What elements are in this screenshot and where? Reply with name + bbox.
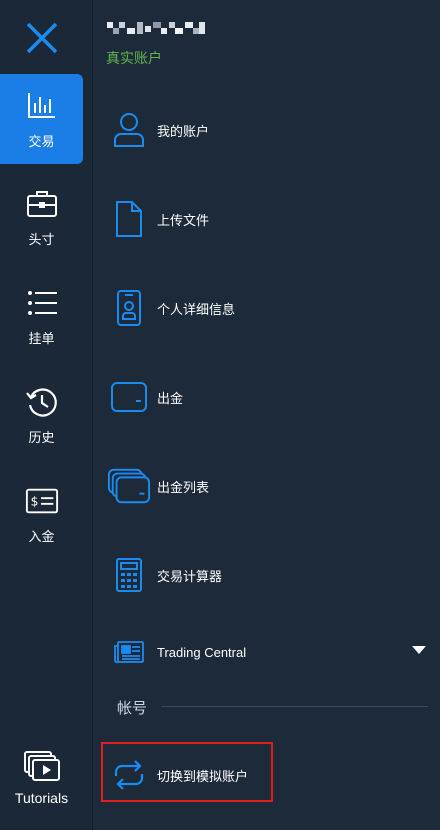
chevron-down-icon[interactable] xyxy=(412,646,426,654)
file-icon xyxy=(116,201,142,237)
briefcase-icon xyxy=(26,190,57,217)
nav-deposit[interactable]: $ 入金 xyxy=(0,469,83,559)
menu-label: 出金列表 xyxy=(157,480,210,496)
menu-withdrawal-list[interactable]: 出金列表 xyxy=(107,456,427,516)
close-icon[interactable] xyxy=(22,18,62,58)
nav-label: 入金 xyxy=(28,529,55,545)
menu-label: 上传文件 xyxy=(157,213,210,229)
nav-history[interactable]: 历史 xyxy=(0,370,83,460)
nav-label: 交易 xyxy=(28,134,55,150)
list-icon xyxy=(27,290,57,315)
tutorials-button[interactable]: Tutorials xyxy=(0,750,83,806)
menu-trading-calculator[interactable]: 交易计算器 xyxy=(107,545,427,605)
nav-label: 历史 xyxy=(28,430,55,446)
wallet-icon xyxy=(111,382,147,412)
side-rail: 交易 头寸 挂单 历史 $ 入金 Tutorials xyxy=(0,0,93,830)
menu-my-account[interactable]: 我的账户 xyxy=(107,100,427,160)
nav-label: 挂单 xyxy=(28,331,55,347)
menu-upload-documents[interactable]: 上传文件 xyxy=(107,189,427,249)
section-heading-account: 帐号 xyxy=(117,699,148,717)
account-menu-panel: 真实账户 我的账户 上传文件 个人详细信息 出金 出金列表 交易计算器 Trad… xyxy=(93,0,440,830)
nav-trade[interactable]: 交易 xyxy=(0,74,83,164)
id-badge-icon xyxy=(117,290,141,326)
chart-bars-icon xyxy=(27,92,55,118)
tutorials-label: Tutorials xyxy=(14,790,69,806)
video-stack-icon xyxy=(23,751,60,781)
nav-orders[interactable]: 挂单 xyxy=(0,271,83,361)
deposit-card-icon: $ xyxy=(25,488,58,513)
svg-text:$: $ xyxy=(30,494,38,508)
menu-withdraw[interactable]: 出金 xyxy=(107,367,427,427)
calculator-icon xyxy=(116,558,142,592)
history-icon xyxy=(25,387,57,417)
menu-label: Trading Central xyxy=(157,644,247,660)
menu-label: 我的账户 xyxy=(157,124,210,140)
menu-trading-central[interactable]: Trading Central xyxy=(107,622,427,682)
nav-positions[interactable]: 头寸 xyxy=(0,172,83,262)
menu-label: 出金 xyxy=(157,391,184,407)
highlight-box xyxy=(101,742,273,802)
menu-label: 交易计算器 xyxy=(157,569,223,585)
section-divider xyxy=(161,706,428,707)
nav-label: 头寸 xyxy=(28,232,55,248)
menu-label: 个人详细信息 xyxy=(157,302,236,318)
account-type-label: 真实账户 xyxy=(106,51,162,67)
news-icon xyxy=(114,641,144,664)
menu-personal-details[interactable]: 个人详细信息 xyxy=(107,278,427,338)
wallets-stack-icon xyxy=(107,468,151,504)
user-icon xyxy=(114,113,144,147)
account-name-redacted xyxy=(107,22,205,34)
